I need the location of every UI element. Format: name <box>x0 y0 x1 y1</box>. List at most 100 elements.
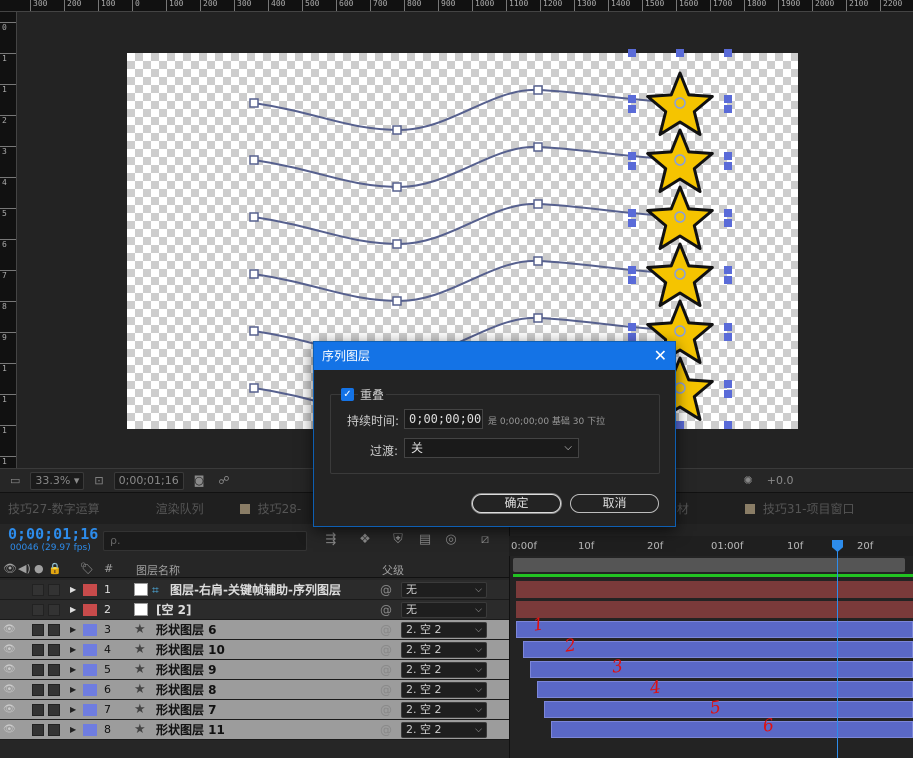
expand-triangle-icon[interactable]: ▶ <box>70 660 76 680</box>
tab-render-queue[interactable]: 渲染队列 <box>148 493 212 525</box>
label-color-swatch[interactable] <box>83 664 97 676</box>
visibility-eye-icon[interactable]: 👁 <box>3 660 17 680</box>
audio-switch[interactable] <box>32 584 44 596</box>
audio-switch[interactable] <box>32 624 44 636</box>
audio-switch[interactable] <box>32 724 44 736</box>
parent-dropdown[interactable]: 2. 空 2 ⌵ <box>401 702 487 718</box>
layer-name[interactable]: 形状图层 9 <box>156 660 217 680</box>
current-time-indicator-line[interactable] <box>837 540 838 758</box>
channel-icon[interactable]: ☍ <box>214 472 233 490</box>
expand-triangle-icon[interactable]: ▶ <box>70 720 76 740</box>
lock-switch[interactable] <box>48 604 60 616</box>
layer-row[interactable]: 👁 ▶ 6 ★ 形状图层 8 @2. 空 2 ⌵ <box>0 680 509 700</box>
parent-pickwhip-icon[interactable]: @ <box>380 580 392 600</box>
parent-pickwhip-icon[interactable]: @ <box>380 720 392 740</box>
parent-dropdown[interactable]: 2. 空 2 ⌵ <box>401 662 487 678</box>
parent-dropdown[interactable]: 2. 空 2 ⌵ <box>401 722 487 738</box>
fit-icon[interactable]: ⊡ <box>90 472 107 490</box>
layer-row[interactable]: 👁 ▶ 7 ★ 形状图层 7 @2. 空 2 ⌵ <box>0 700 509 720</box>
close-icon[interactable]: ✕ <box>654 342 667 370</box>
visibility-eye-icon[interactable]: 👁 <box>3 720 17 740</box>
expand-triangle-icon[interactable]: ▶ <box>70 580 76 600</box>
parent-dropdown[interactable]: 2. 空 2 ⌵ <box>401 682 487 698</box>
layer-name[interactable]: [空 2] <box>156 600 192 620</box>
layer-duration-bar[interactable] <box>516 621 913 638</box>
expand-triangle-icon[interactable]: ▶ <box>70 620 76 640</box>
audio-switch[interactable] <box>32 604 44 616</box>
shy-layers-icon[interactable]: ⛨ <box>389 531 407 549</box>
expand-triangle-icon[interactable]: ▶ <box>70 700 76 720</box>
audio-switch[interactable] <box>32 704 44 716</box>
layer-duration-bar[interactable] <box>537 681 913 698</box>
lock-switch[interactable] <box>48 644 60 656</box>
comp-flowchart-icon[interactable]: ⇶ <box>322 531 340 549</box>
expand-triangle-icon[interactable]: ▶ <box>70 600 76 620</box>
tab-comp-27[interactable]: 技巧27-数字运算 <box>0 493 108 525</box>
layer-duration-bar[interactable] <box>516 581 913 598</box>
layer-duration-bar[interactable] <box>516 601 913 618</box>
tab-comp-31[interactable]: 技巧31-项目窗口 <box>737 493 863 525</box>
label-color-swatch[interactable] <box>83 584 97 596</box>
draft-3d-icon[interactable]: ❖ <box>356 531 374 549</box>
camera-icon[interactable]: ◙ <box>190 472 209 490</box>
audio-switch[interactable] <box>32 684 44 696</box>
frame-blending-icon[interactable]: ▤ <box>416 531 434 549</box>
graph-editor-icon[interactable]: ⧄ <box>476 531 494 549</box>
parent-column-header[interactable]: 父级 <box>382 562 404 578</box>
layer-name[interactable]: 形状图层 10 <box>156 640 225 660</box>
layer-row[interactable]: 👁 ▶ 5 ★ 形状图层 9 @2. 空 2 ⌵ <box>0 660 509 680</box>
visibility-eye-icon[interactable]: 👁 <box>3 700 17 720</box>
label-color-swatch[interactable] <box>83 624 97 636</box>
timeline-timecode[interactable]: 0;00;01;16 <box>8 525 98 543</box>
layer-name[interactable]: 图层-右肩-关键帧辅助-序列图层 <box>170 580 341 600</box>
visibility-eye-icon[interactable] <box>3 580 17 600</box>
duration-input[interactable]: 0;00;00;00 <box>404 409 483 429</box>
layer-duration-bar[interactable] <box>551 721 913 738</box>
tab-comp-28[interactable]: 技巧28- <box>232 493 310 525</box>
layer-duration-bar[interactable] <box>523 641 913 658</box>
parent-dropdown[interactable]: 无 ⌵ <box>401 602 487 618</box>
parent-pickwhip-icon[interactable]: @ <box>380 640 392 660</box>
lock-switch[interactable] <box>48 624 60 636</box>
overlap-label[interactable]: 重叠 <box>358 386 387 403</box>
lock-switch[interactable] <box>48 584 60 596</box>
layer-name[interactable]: 形状图层 6 <box>156 620 217 640</box>
layer-row[interactable]: 👁 ▶ 4 ★ 形状图层 10 @2. 空 2 ⌵ <box>0 640 509 660</box>
transition-select[interactable]: 关 ⌵ <box>404 438 579 458</box>
parent-pickwhip-icon[interactable]: @ <box>380 700 392 720</box>
exposure-value[interactable]: +0.0 <box>763 472 798 490</box>
layer-name[interactable]: 形状图层 11 <box>156 720 225 740</box>
label-color-swatch[interactable] <box>83 644 97 656</box>
parent-pickwhip-icon[interactable]: @ <box>380 620 392 640</box>
name-column-header[interactable]: 图层名称 <box>136 562 180 578</box>
visibility-eye-icon[interactable] <box>3 600 17 620</box>
layer-name[interactable]: 形状图层 7 <box>156 700 217 720</box>
label-color-swatch[interactable] <box>83 704 97 716</box>
parent-dropdown[interactable]: 2. 空 2 ⌵ <box>401 622 487 638</box>
ok-button[interactable]: 确定 <box>472 494 561 513</box>
lock-switch[interactable] <box>48 684 60 696</box>
visibility-eye-icon[interactable]: 👁 <box>3 680 17 700</box>
label-color-swatch[interactable] <box>83 684 97 696</box>
lock-switch[interactable] <box>48 664 60 676</box>
layer-duration-bar[interactable] <box>530 661 913 678</box>
label-color-swatch[interactable] <box>83 724 97 736</box>
visibility-eye-icon[interactable]: 👁 <box>3 640 17 660</box>
label-color-swatch[interactable] <box>83 604 97 616</box>
layer-row[interactable]: 👁 ▶ 3 ★ 形状图层 6 @2. 空 2 ⌵ <box>0 620 509 640</box>
viewer-timecode[interactable]: 0;00;01;16 <box>113 471 184 490</box>
work-area-bar[interactable] <box>513 558 905 572</box>
exposure-icon[interactable]: ✺ <box>740 472 757 490</box>
parent-pickwhip-icon[interactable]: @ <box>380 660 392 680</box>
layer-row[interactable]: ▶ 1 图层-右肩-关键帧辅助-序列图层 @ 无 ⌵ ⌗ <box>0 580 509 600</box>
visibility-eye-icon[interactable]: 👁 <box>3 620 17 640</box>
monitor-icon[interactable]: ▭ <box>6 472 24 490</box>
audio-switch[interactable] <box>32 664 44 676</box>
parent-dropdown[interactable]: 无 ⌵ <box>401 582 487 598</box>
expand-triangle-icon[interactable]: ▶ <box>70 680 76 700</box>
layer-search-input[interactable]: ρ. <box>103 531 307 551</box>
parent-pickwhip-icon[interactable]: @ <box>380 600 392 620</box>
lock-switch[interactable] <box>48 724 60 736</box>
audio-switch[interactable] <box>32 644 44 656</box>
expand-triangle-icon[interactable]: ▶ <box>70 640 76 660</box>
